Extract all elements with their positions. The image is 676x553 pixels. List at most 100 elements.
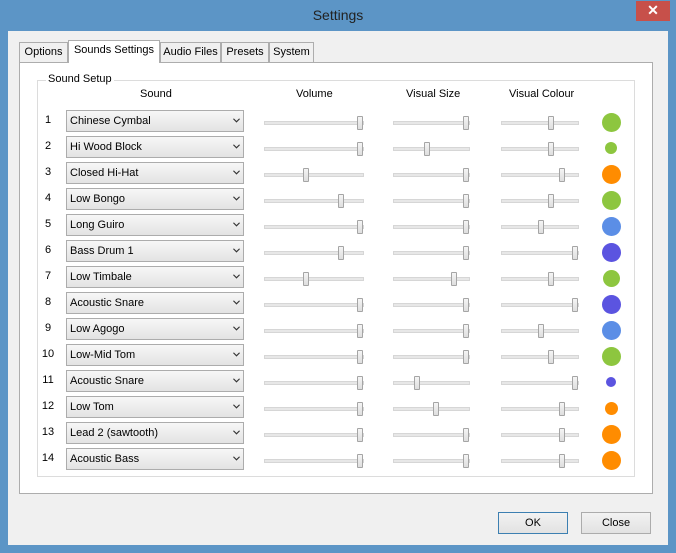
visual-colour-slider[interactable] <box>501 454 579 468</box>
volume-slider[interactable] <box>264 350 364 364</box>
visual-colour-slider-thumb[interactable] <box>548 142 554 156</box>
sound-select[interactable]: Hi Wood Block <box>66 136 244 158</box>
volume-slider-thumb[interactable] <box>338 194 344 208</box>
sound-select[interactable]: Chinese Cymbal <box>66 110 244 132</box>
visual-size-slider-thumb[interactable] <box>414 376 420 390</box>
visual-size-slider[interactable] <box>393 194 470 208</box>
visual-size-slider[interactable] <box>393 142 470 156</box>
volume-slider-thumb[interactable] <box>357 350 363 364</box>
visual-size-slider-thumb[interactable] <box>463 116 469 130</box>
visual-size-slider-thumb[interactable] <box>463 168 469 182</box>
ok-button[interactable]: OK <box>498 512 568 534</box>
tab-options[interactable]: Options <box>19 42 68 62</box>
window-close-button[interactable]: ✕ <box>636 1 670 21</box>
volume-slider[interactable] <box>264 428 364 442</box>
volume-slider-thumb[interactable] <box>357 142 363 156</box>
visual-colour-slider-thumb[interactable] <box>559 402 565 416</box>
visual-size-slider-thumb[interactable] <box>463 298 469 312</box>
visual-colour-slider-thumb[interactable] <box>548 194 554 208</box>
visual-size-slider[interactable] <box>393 168 470 182</box>
volume-slider-thumb[interactable] <box>357 454 363 468</box>
visual-colour-slider[interactable] <box>501 324 579 338</box>
visual-colour-slider[interactable] <box>501 168 579 182</box>
volume-slider-thumb[interactable] <box>357 402 363 416</box>
sound-select[interactable]: Long Guiro <box>66 214 244 236</box>
visual-size-slider-thumb[interactable] <box>463 350 469 364</box>
visual-size-slider-thumb[interactable] <box>463 324 469 338</box>
volume-slider-thumb[interactable] <box>303 168 309 182</box>
visual-size-slider[interactable] <box>393 116 470 130</box>
tab-sounds-settings[interactable]: Sounds Settings <box>68 40 160 63</box>
visual-size-slider[interactable] <box>393 324 470 338</box>
sound-select[interactable]: Acoustic Snare <box>66 370 244 392</box>
volume-slider[interactable] <box>264 454 364 468</box>
visual-colour-slider-thumb[interactable] <box>548 350 554 364</box>
visual-colour-slider[interactable] <box>501 116 579 130</box>
visual-colour-slider[interactable] <box>501 376 579 390</box>
visual-size-slider[interactable] <box>393 454 470 468</box>
volume-slider[interactable] <box>264 168 364 182</box>
visual-colour-slider-thumb[interactable] <box>538 324 544 338</box>
visual-colour-slider[interactable] <box>501 142 579 156</box>
visual-size-slider-thumb[interactable] <box>463 454 469 468</box>
visual-colour-slider-thumb[interactable] <box>572 298 578 312</box>
volume-slider[interactable] <box>264 324 364 338</box>
volume-slider-thumb[interactable] <box>338 246 344 260</box>
volume-slider[interactable] <box>264 298 364 312</box>
visual-colour-slider-thumb[interactable] <box>559 428 565 442</box>
sound-select[interactable]: Bass Drum 1 <box>66 240 244 262</box>
volume-slider-thumb[interactable] <box>357 324 363 338</box>
volume-slider-thumb[interactable] <box>303 272 309 286</box>
sound-select[interactable]: Low Tom <box>66 396 244 418</box>
sound-select[interactable]: Low-Mid Tom <box>66 344 244 366</box>
visual-colour-slider[interactable] <box>501 298 579 312</box>
visual-size-slider-thumb[interactable] <box>424 142 430 156</box>
tab-presets[interactable]: Presets <box>221 42 269 62</box>
volume-slider[interactable] <box>264 402 364 416</box>
volume-slider[interactable] <box>264 272 364 286</box>
sound-select[interactable]: Acoustic Bass <box>66 448 244 470</box>
visual-size-slider[interactable] <box>393 376 470 390</box>
volume-slider[interactable] <box>264 116 364 130</box>
volume-slider-thumb[interactable] <box>357 298 363 312</box>
visual-colour-slider[interactable] <box>501 402 579 416</box>
volume-slider[interactable] <box>264 142 364 156</box>
sound-select[interactable]: Low Bongo <box>66 188 244 210</box>
visual-size-slider-thumb[interactable] <box>463 428 469 442</box>
visual-size-slider-thumb[interactable] <box>463 194 469 208</box>
volume-slider[interactable] <box>264 376 364 390</box>
visual-size-slider[interactable] <box>393 246 470 260</box>
volume-slider-thumb[interactable] <box>357 376 363 390</box>
visual-colour-slider-thumb[interactable] <box>572 376 578 390</box>
visual-size-slider-thumb[interactable] <box>463 246 469 260</box>
close-button[interactable]: Close <box>581 512 651 534</box>
visual-colour-slider-thumb[interactable] <box>559 454 565 468</box>
visual-size-slider[interactable] <box>393 350 470 364</box>
visual-size-slider[interactable] <box>393 402 470 416</box>
visual-size-slider[interactable] <box>393 428 470 442</box>
visual-size-slider[interactable] <box>393 220 470 234</box>
visual-colour-slider[interactable] <box>501 350 579 364</box>
tab-audio-files[interactable]: Audio Files <box>160 42 221 62</box>
volume-slider-thumb[interactable] <box>357 116 363 130</box>
visual-colour-slider-thumb[interactable] <box>548 272 554 286</box>
visual-colour-slider-thumb[interactable] <box>572 246 578 260</box>
sound-select[interactable]: Acoustic Snare <box>66 292 244 314</box>
sound-select[interactable]: Closed Hi-Hat <box>66 162 244 184</box>
volume-slider[interactable] <box>264 194 364 208</box>
visual-colour-slider[interactable] <box>501 246 579 260</box>
visual-size-slider-thumb[interactable] <box>463 220 469 234</box>
visual-colour-slider-thumb[interactable] <box>538 220 544 234</box>
visual-colour-slider[interactable] <box>501 194 579 208</box>
visual-size-slider[interactable] <box>393 272 470 286</box>
visual-colour-slider[interactable] <box>501 220 579 234</box>
visual-colour-slider-thumb[interactable] <box>559 168 565 182</box>
visual-colour-slider[interactable] <box>501 272 579 286</box>
sound-select[interactable]: Low Timbale <box>66 266 244 288</box>
visual-size-slider-thumb[interactable] <box>451 272 457 286</box>
sound-select[interactable]: Lead 2 (sawtooth) <box>66 422 244 444</box>
visual-size-slider-thumb[interactable] <box>433 402 439 416</box>
visual-colour-slider-thumb[interactable] <box>548 116 554 130</box>
volume-slider[interactable] <box>264 246 364 260</box>
volume-slider-thumb[interactable] <box>357 220 363 234</box>
